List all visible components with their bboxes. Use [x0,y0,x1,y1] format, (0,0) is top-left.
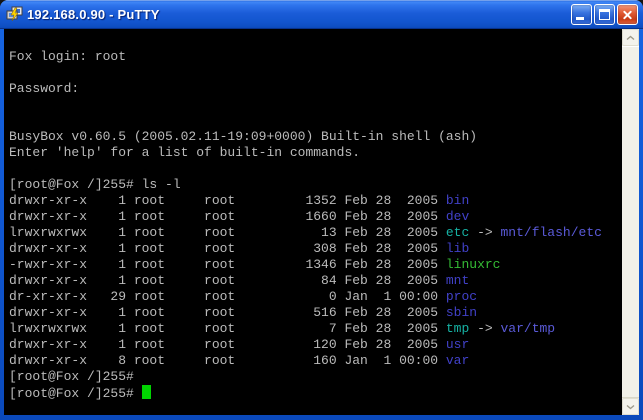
ls-row-link-target: mnt/flash/etc [501,225,602,240]
busybox-banner-line: BusyBox v0.60.5 (2005.02.11-19:09+0000) … [9,129,622,145]
terminal-line [9,113,622,129]
ls-row-name: bin [446,193,469,208]
scroll-down-button[interactable] [622,398,639,415]
chevron-up-icon [626,35,635,41]
ls-row-name: mnt [446,273,469,288]
ls-row-meta: drwxr-xr-x 1 root root 1352 Feb 28 2005 [9,193,446,208]
login-line: Fox login: root [9,49,622,65]
scrollbar[interactable] [622,29,639,415]
ls-row-meta: drwxr-xr-x 1 root root 120 Feb 28 2005 [9,337,446,352]
prompt-text: [root@Fox /]255# [9,386,142,401]
busybox-help-line: Enter 'help' for a list of built-in comm… [9,145,622,161]
ls-row-meta: dr-xr-xr-x 29 root root 0 Jan 1 00:00 [9,289,446,304]
window-controls [571,4,638,25]
putty-window: 192.168.0.90 - PuTTY Fox login: root Pas… [0,0,643,420]
terminal-screen[interactable]: Fox login: root Password: BusyBox v0.60.… [4,29,622,415]
prompt-line: [root@Fox /]255# [9,369,622,385]
password-line: Password: [9,81,622,97]
maximize-icon [599,9,610,20]
ls-row: lrwxrwxrwx 1 root root 13 Feb 28 2005 et… [9,225,622,241]
ls-row-meta: lrwxrwxrwx 1 root root 7 Feb 28 2005 [9,321,446,336]
ls-row: dr-xr-xr-x 29 root root 0 Jan 1 00:00 pr… [9,289,622,305]
ls-row-name: etc [446,225,469,240]
ls-row: drwxr-xr-x 1 root root 1352 Feb 28 2005 … [9,193,622,209]
ls-row-meta: drwxr-xr-x 1 root root 84 Feb 28 2005 [9,273,446,288]
terminal-area: Fox login: root Password: BusyBox v0.60.… [4,29,639,415]
terminal-line [9,161,622,177]
scrollbar-thumb[interactable] [622,46,639,398]
ls-row-arrow: -> [469,225,500,240]
ls-row-meta: -rwxr-xr-x 1 root root 1346 Feb 28 2005 [9,257,446,272]
ls-row: drwxr-xr-x 1 root root 1660 Feb 28 2005 … [9,209,622,225]
ls-row-meta: drwxr-xr-x 1 root root 1660 Feb 28 2005 [9,209,446,224]
ls-row-name: lib [446,241,469,256]
ls-row-name: dev [446,209,469,224]
ls-row: drwxr-xr-x 1 root root 308 Feb 28 2005 l… [9,241,622,257]
terminal-line [9,33,622,49]
terminal-cursor [142,385,151,399]
prompt-ls-command-line: [root@Fox /]255# ls -l [9,177,622,193]
terminal-line [9,97,622,113]
terminal-line [9,65,622,81]
ls-row-link-target: var/tmp [501,321,556,336]
ls-row-meta: drwxr-xr-x 8 root root 160 Jan 1 00:00 [9,353,446,368]
title-bar[interactable]: 192.168.0.90 - PuTTY [0,0,643,29]
ls-row: -rwxr-xr-x 1 root root 1346 Feb 28 2005 … [9,257,622,273]
ls-row-name: linuxrc [446,257,501,272]
maximize-button[interactable] [594,4,615,25]
close-button[interactable] [617,4,638,25]
prompt-cursor-line: [root@Fox /]255# [9,385,622,401]
ls-row-meta: lrwxrwxrwx 1 root root 13 Feb 28 2005 [9,225,446,240]
scroll-up-button[interactable] [622,29,639,46]
ls-row-name: tmp [446,321,469,336]
minimize-button[interactable] [571,4,592,25]
ls-row-arrow: -> [469,321,500,336]
ls-row: lrwxrwxrwx 1 root root 7 Feb 28 2005 tmp… [9,321,622,337]
ls-row-name: var [446,353,469,368]
ls-row-name: sbin [446,305,477,320]
putty-terminals-icon[interactable] [6,6,23,23]
ls-row: drwxr-xr-x 1 root root 516 Feb 28 2005 s… [9,305,622,321]
ls-row: drwxr-xr-x 1 root root 84 Feb 28 2005 mn… [9,273,622,289]
minimize-icon [576,17,584,20]
ls-row-name: usr [446,337,469,352]
window-title: 192.168.0.90 - PuTTY [27,7,571,22]
ls-row: drwxr-xr-x 1 root root 120 Feb 28 2005 u… [9,337,622,353]
ls-row-name: proc [446,289,477,304]
ls-row-meta: drwxr-xr-x 1 root root 308 Feb 28 2005 [9,241,446,256]
ls-row-meta: drwxr-xr-x 1 root root 516 Feb 28 2005 [9,305,446,320]
chevron-down-icon [626,404,635,410]
ls-row: drwxr-xr-x 8 root root 160 Jan 1 00:00 v… [9,353,622,369]
